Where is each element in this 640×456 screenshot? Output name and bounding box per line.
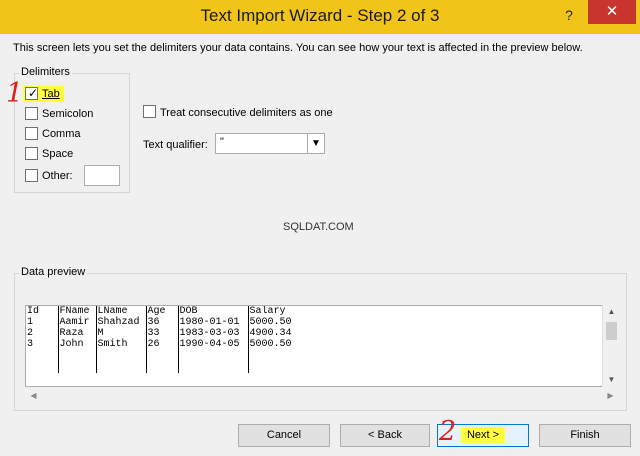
preview-row: 1 Aamir Shahzad 36 1980-01-01 5000.50 bbox=[26, 317, 298, 328]
preview-cell: 5000.50 bbox=[249, 339, 292, 350]
preview-cell: Age bbox=[146, 306, 179, 317]
preview-cell: 3 bbox=[26, 339, 59, 373]
preview-cell: 5000.50 bbox=[249, 317, 292, 328]
window-title: Text Import Wizard - Step 2 of 3 bbox=[200, 6, 440, 25]
comma-label: Comma bbox=[42, 128, 81, 140]
annotation-step-1: 1 bbox=[6, 78, 24, 109]
scroll-right-icon[interactable]: ▶ bbox=[602, 387, 619, 404]
delimiters-group-label: Delimiters bbox=[19, 66, 72, 78]
preview-cell: Shahzad bbox=[96, 317, 147, 328]
preview-cell: 2 bbox=[26, 328, 59, 339]
preview-row: 3 John Smith 26 1990-04-05 5000.50 bbox=[26, 339, 298, 373]
preview-cell: Raza bbox=[58, 328, 97, 339]
annotation-step-2: 2 bbox=[439, 416, 457, 447]
preview-cell: 1983-03-03 bbox=[178, 328, 249, 339]
space-checkbox[interactable] bbox=[25, 147, 38, 160]
preview-cell: Aamir bbox=[58, 317, 97, 328]
preview-cell: Smith bbox=[96, 339, 147, 373]
preview-vertical-scrollbar[interactable]: ▲ ▼ bbox=[602, 305, 619, 387]
help-button[interactable]: ? bbox=[558, 4, 580, 26]
preview-cell: LName bbox=[96, 306, 147, 317]
close-icon: ✕ bbox=[605, 3, 619, 20]
text-qualifier-value: " bbox=[220, 136, 224, 148]
preview-cell: 36 bbox=[146, 317, 179, 328]
preview-cell: 4900.34 bbox=[249, 328, 292, 339]
data-preview-grid[interactable]: Id FName LName Age DOB Salary 1 Aamir Sh… bbox=[25, 305, 619, 387]
scroll-thumb[interactable] bbox=[606, 322, 617, 340]
intro-text: This screen lets you set the delimiters … bbox=[13, 42, 583, 54]
preview-cell: DOB bbox=[178, 306, 249, 317]
preview-cell: 1980-01-01 bbox=[178, 317, 249, 328]
preview-cell: 26 bbox=[146, 339, 179, 373]
preview-cell: 1990-04-05 bbox=[178, 339, 249, 373]
preview-cell: M bbox=[96, 328, 147, 339]
title-bar: Text Import Wizard - Step 2 of 3 ? ✕ bbox=[0, 0, 640, 34]
space-label: Space bbox=[42, 148, 74, 160]
preview-cell: Salary bbox=[249, 306, 286, 317]
tab-label: Tab bbox=[42, 88, 60, 100]
data-preview-label: Data preview bbox=[19, 266, 88, 278]
chevron-down-icon[interactable]: ▼ bbox=[307, 134, 324, 153]
other-checkbox[interactable] bbox=[25, 169, 38, 182]
preview-horizontal-scrollbar[interactable]: ◀ ▶ bbox=[25, 387, 619, 404]
close-button[interactable]: ✕ bbox=[588, 0, 636, 24]
watermark-text: SQLDAT.COM bbox=[283, 221, 354, 233]
back-button[interactable]: < Back bbox=[340, 424, 430, 447]
next-button-label: Next > bbox=[460, 427, 506, 443]
semicolon-checkbox[interactable] bbox=[25, 107, 38, 120]
preview-header-row: Id FName LName Age DOB Salary bbox=[26, 306, 298, 317]
scroll-left-icon[interactable]: ◀ bbox=[25, 387, 42, 404]
tab-checkbox[interactable]: ✓ bbox=[25, 87, 38, 100]
consecutive-delimiters-checkbox[interactable] bbox=[143, 105, 156, 118]
finish-button[interactable]: Finish bbox=[539, 424, 631, 447]
text-qualifier-select[interactable]: " ▼ bbox=[215, 133, 325, 154]
cancel-button[interactable]: Cancel bbox=[238, 424, 330, 447]
semicolon-label: Semicolon bbox=[42, 108, 94, 120]
scroll-up-icon[interactable]: ▲ bbox=[603, 305, 620, 319]
preview-row: 2 Raza M 33 1983-03-03 4900.34 bbox=[26, 328, 298, 339]
other-delimiter-input[interactable] bbox=[84, 165, 120, 186]
comma-checkbox[interactable] bbox=[25, 127, 38, 140]
other-label: Other: bbox=[42, 170, 73, 182]
preview-cell: John bbox=[58, 339, 97, 373]
preview-cell: FName bbox=[58, 306, 97, 317]
scroll-down-icon[interactable]: ▼ bbox=[603, 373, 620, 387]
text-qualifier-label: Text qualifier: bbox=[143, 139, 208, 151]
preview-cell: 1 bbox=[26, 317, 59, 328]
preview-table: Id FName LName Age DOB Salary 1 Aamir Sh… bbox=[26, 306, 298, 373]
checkmark-icon: ✓ bbox=[28, 86, 39, 100]
consecutive-delimiters-label: Treat consecutive delimiters as one bbox=[160, 107, 333, 119]
preview-cell: 33 bbox=[146, 328, 179, 339]
preview-cell: Id bbox=[26, 306, 59, 317]
